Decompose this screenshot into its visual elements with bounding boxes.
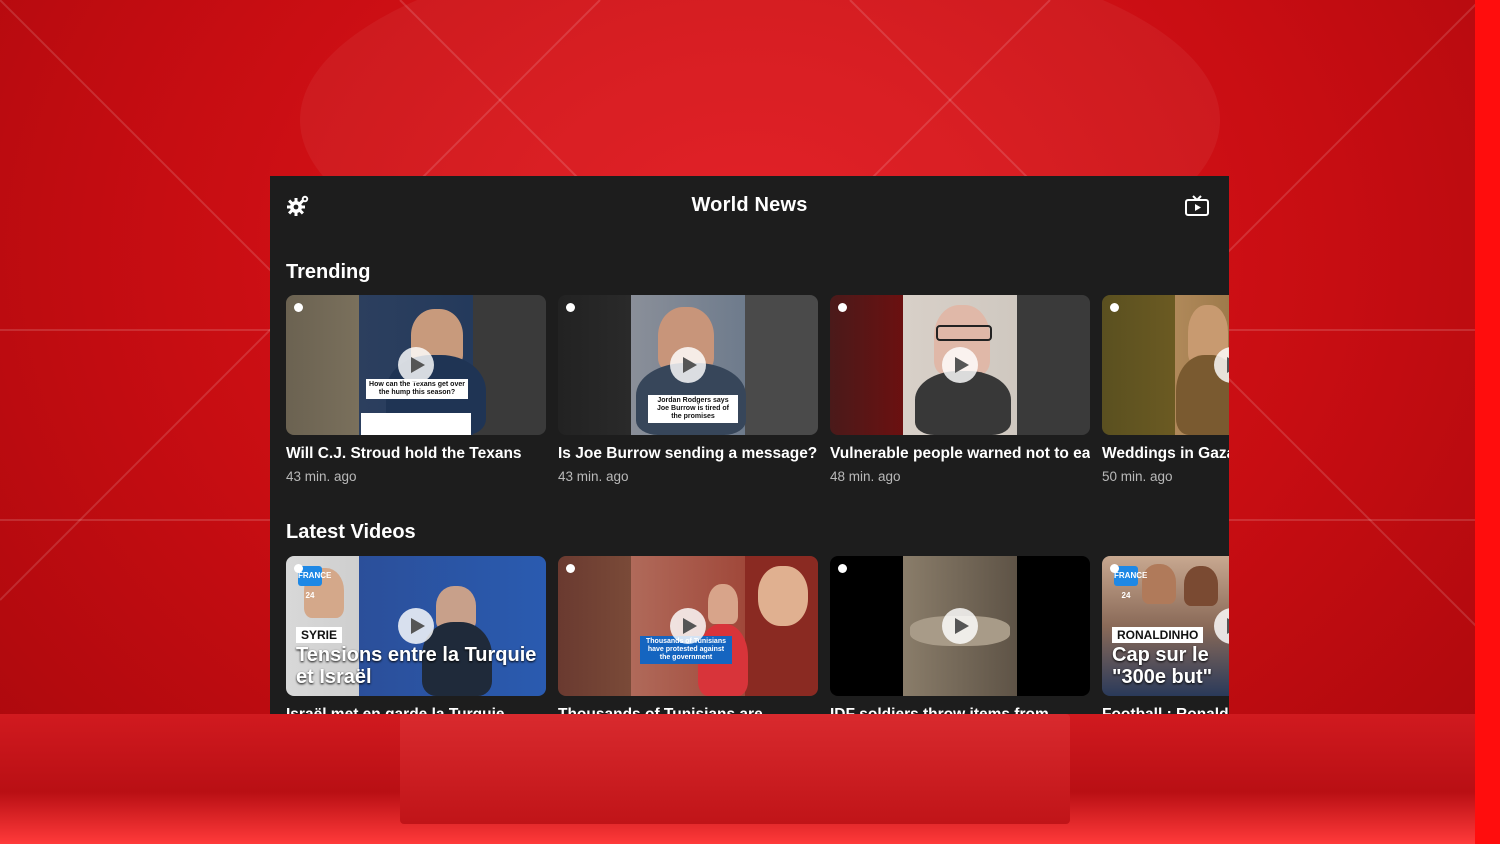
indicator-dot [566, 564, 575, 573]
video-card[interactable]: IDF soldiers throw items from [830, 556, 1090, 714]
video-thumbnail[interactable]: FRANCE 24 RONALDINHO Cap sur le "300e bu… [1102, 556, 1229, 696]
indicator-dot [294, 564, 303, 573]
indicator-dot [838, 303, 847, 312]
tv-play-icon[interactable] [1184, 194, 1210, 218]
play-icon[interactable] [670, 608, 706, 644]
video-time: 43 min. ago [286, 469, 357, 484]
video-title: Weddings in Gaza [1102, 445, 1229, 462]
play-icon[interactable] [670, 347, 706, 383]
play-icon[interactable] [398, 347, 434, 383]
background-stage [400, 714, 1070, 824]
video-time: 48 min. ago [830, 469, 901, 484]
indicator-dot [838, 564, 847, 573]
indicator-dot [1110, 564, 1119, 573]
video-card[interactable]: How can the Texans get over the hump thi… [286, 295, 546, 484]
video-title: Is Joe Burrow sending a message? [558, 445, 818, 462]
video-thumbnail[interactable]: FRANCE 24 SYRIE Tensions entre la Turqui… [286, 556, 546, 696]
video-card[interactable]: Weddings in Gaza 50 min. ago [1102, 295, 1229, 484]
video-card[interactable]: FRANCE 24 RONALDINHO Cap sur le "300e bu… [1102, 556, 1229, 714]
video-thumbnail[interactable]: Jordan Rodgers says Joe Burrow is tired … [558, 295, 818, 435]
section-title-trending: Trending [286, 261, 371, 283]
play-icon[interactable] [1214, 608, 1229, 644]
video-title: Israël met en garde la Turquie [286, 706, 546, 714]
indicator-dot [294, 303, 303, 312]
app-window: World News Trending How can the Texans g… [270, 176, 1229, 714]
background-edge [1475, 0, 1500, 844]
indicator-dot [566, 303, 575, 312]
indicator-dot [1110, 303, 1119, 312]
video-title: Football : Ronaldinho [1102, 706, 1229, 714]
video-thumbnail[interactable]: Thousands of Tunisians have protested ag… [558, 556, 818, 696]
section-title-latest-videos: Latest Videos [286, 521, 416, 543]
thumbnail-headline: Cap sur le "300e but" [1112, 644, 1213, 688]
trending-row: How can the Texans get over the hump thi… [286, 295, 1229, 484]
top-bar: World News [270, 176, 1229, 234]
video-card[interactable]: Vulnerable people warned not to eat 48 m… [830, 295, 1090, 484]
video-card[interactable]: Jordan Rodgers says Joe Burrow is tired … [558, 295, 818, 484]
video-title: IDF soldiers throw items from [830, 706, 1090, 714]
video-thumbnail[interactable] [830, 295, 1090, 435]
video-time: 43 min. ago [558, 469, 629, 484]
video-card[interactable]: FRANCE 24 SYRIE Tensions entre la Turqui… [286, 556, 546, 714]
latest-videos-row: FRANCE 24 SYRIE Tensions entre la Turqui… [286, 556, 1229, 714]
thumbnail-headline: Tensions entre la Turquie et Israël [296, 644, 537, 688]
topic-tag: SYRIE [296, 627, 343, 643]
thumbnail-caption: Jordan Rodgers says Joe Burrow is tired … [648, 395, 738, 423]
topic-tag: RONALDINHO [1112, 627, 1204, 643]
video-title: Vulnerable people warned not to eat [830, 445, 1090, 462]
play-icon[interactable] [942, 608, 978, 644]
video-card[interactable]: Thousands of Tunisians have protested ag… [558, 556, 818, 714]
play-icon[interactable] [398, 608, 434, 644]
video-time: 50 min. ago [1102, 469, 1173, 484]
video-thumbnail[interactable] [830, 556, 1090, 696]
video-thumbnail[interactable]: How can the Texans get over the hump thi… [286, 295, 546, 435]
video-title: Thousands of Tunisians are [558, 706, 818, 714]
play-icon[interactable] [942, 347, 978, 383]
video-thumbnail[interactable] [1102, 295, 1229, 435]
app-title: World News [691, 194, 808, 216]
video-title: Will C.J. Stroud hold the Texans [286, 445, 522, 462]
